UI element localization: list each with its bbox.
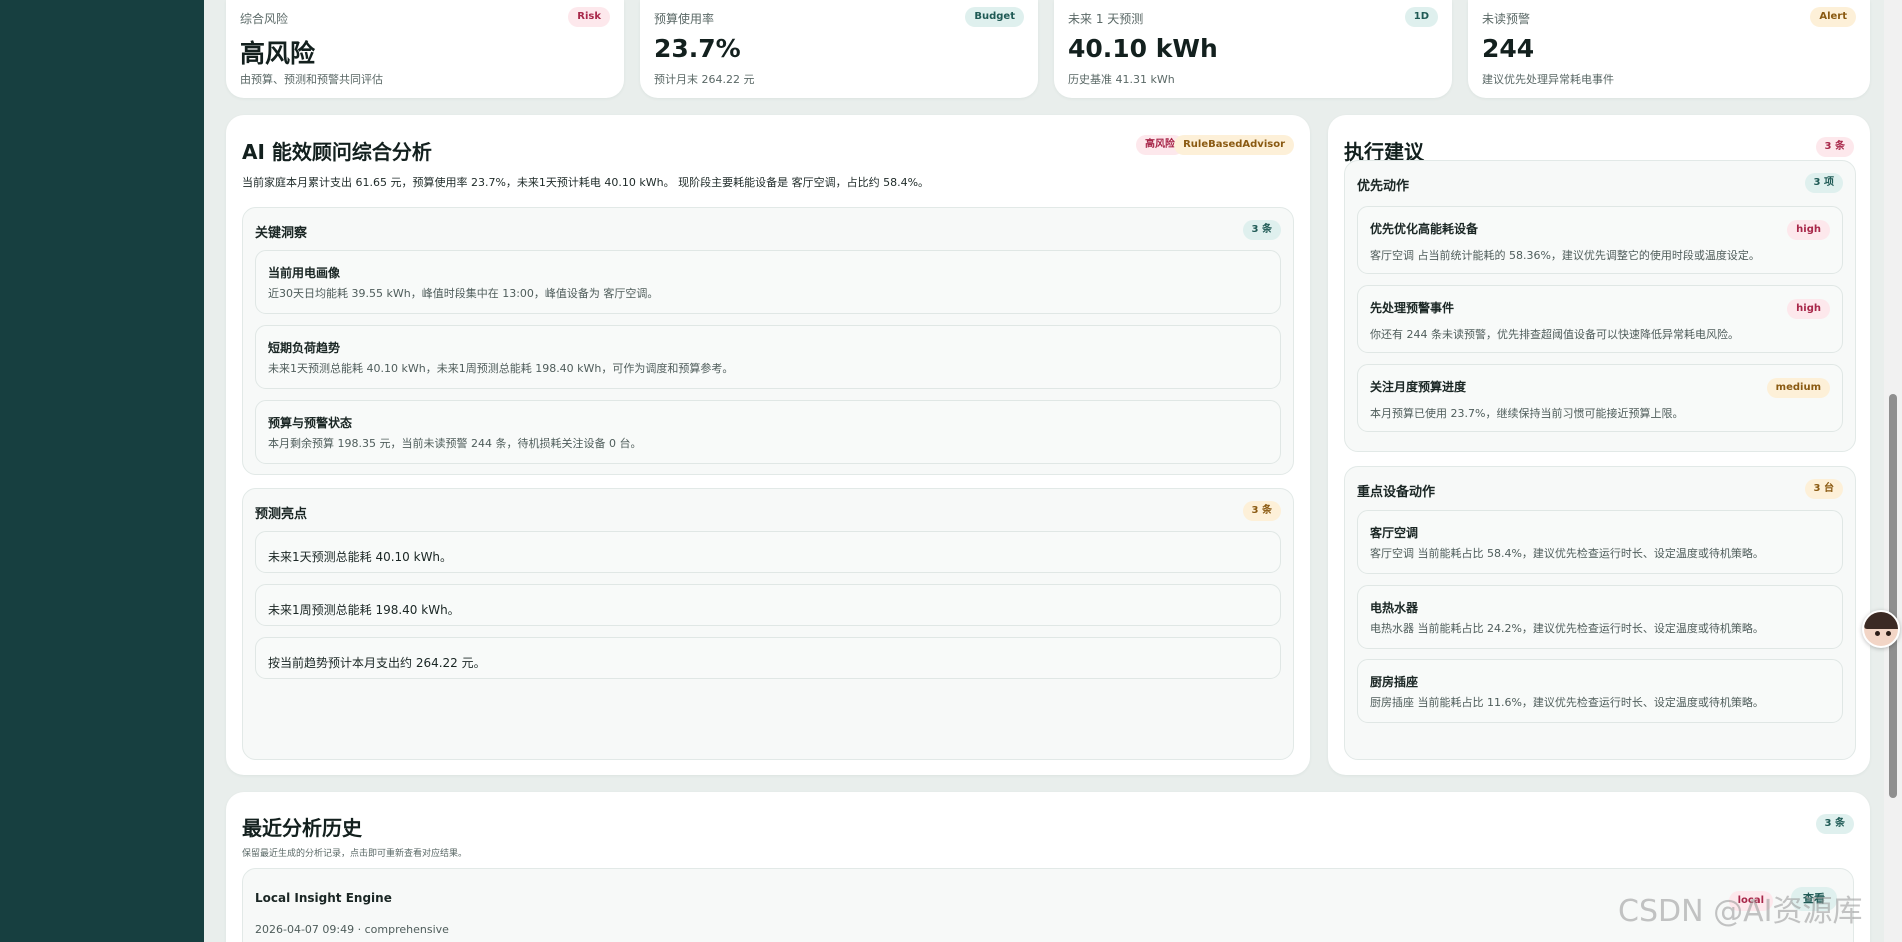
- item-title: 厨房插座: [1370, 675, 1419, 689]
- item-text: 按当前趋势预计本月支出约 264.22 元。: [268, 656, 486, 670]
- insights-count: 3 条: [1242, 220, 1281, 240]
- priority-group: 优先动作 3 项 优先优化高能耗设备 high 客厅空调 占当前统计能耗的 58…: [1344, 160, 1856, 452]
- stat-label: 未读预警: [1482, 12, 1531, 26]
- stat-label: 未来 1 天预测: [1068, 12, 1144, 26]
- actions-count: 3 条: [1815, 137, 1854, 157]
- item-title: 短期负荷趋势: [268, 341, 341, 355]
- priority-count: 3 项: [1804, 173, 1843, 193]
- item-desc: 客厅空调 占当前统计能耗的 58.36%，建议优先调整它的使用时段或温度设定。: [1370, 249, 1760, 262]
- item-title: 电热水器: [1370, 601, 1419, 615]
- history-subtitle: 保留最近生成的分析记录，点击即可重新查看对应结果。: [242, 849, 468, 859]
- history-engine: Local Insight Engine: [255, 891, 392, 905]
- item-desc: 本月预算已使用 23.7%，继续保持当前习惯可能接近预算上限。: [1370, 407, 1684, 420]
- scrollbar[interactable]: [1884, 0, 1902, 942]
- history-count: 3 条: [1815, 814, 1854, 834]
- priority-title: 优先动作: [1357, 179, 1410, 194]
- devices-group: 重点设备动作 3 台 客厅空调 客厅空调 当前能耗占比 58.4%，建议优先检查…: [1344, 466, 1856, 760]
- list-item: 按当前趋势预计本月支出约 264.22 元。: [255, 637, 1281, 679]
- analysis-title: AI 能效顾问综合分析: [242, 140, 432, 164]
- list-item: 未来1天预测总能耗 40.10 kWh。: [255, 531, 1281, 573]
- list-item: 未来1周预测总能耗 198.40 kWh。: [255, 584, 1281, 626]
- stat-card-budget: 预算使用率 Budget 23.7% 预计月末 264.22 元: [640, 0, 1038, 98]
- list-item: 厨房插座 厨房插座 当前能耗占比 11.6%，建议优先检查运行时长、设定温度或待…: [1357, 659, 1843, 723]
- item-title: 当前用电画像: [268, 266, 341, 280]
- item-title: 客厅空调: [1370, 526, 1419, 540]
- list-item: 电热水器 电热水器 当前能耗占比 24.2%，建议优先检查运行时长、设定温度或待…: [1357, 585, 1843, 649]
- stat-value: 高风险: [240, 39, 316, 68]
- stat-card-risk: 综合风险 Risk 高风险 由预算、预测和预警共同评估: [226, 0, 624, 98]
- item-desc: 客厅空调 当前能耗占比 58.4%，建议优先检查运行时长、设定温度或待机策略。: [1370, 547, 1764, 560]
- list-item: 客厅空调 客厅空调 当前能耗占比 58.4%，建议优先检查运行时长、设定温度或待…: [1357, 510, 1843, 574]
- item-text: 未来1天预测总能耗 40.10 kWh。: [268, 550, 453, 564]
- history-entry[interactable]: Local Insight Engine 2026-04-07 09:49 · …: [242, 868, 1854, 942]
- stat-label: 综合风险: [240, 12, 289, 26]
- forecast-badge: 1D: [1404, 7, 1438, 27]
- history-meta: 2026-04-07 09:49 · comprehensive: [255, 923, 449, 936]
- item-desc: 你还有 244 条未读预警，优先排查超阈值设备可以快速降低异常耗电风险。: [1370, 328, 1739, 341]
- risk-badge: Risk: [568, 7, 610, 27]
- stat-sub: 建议优先处理异常耗电事件: [1482, 73, 1614, 86]
- sidebar: [0, 0, 204, 942]
- insights-group: 关键洞察 3 条 当前用电画像 近30天日均能耗 39.55 kWh，峰值时段集…: [242, 207, 1294, 475]
- forecast-count: 3 条: [1242, 501, 1281, 521]
- list-item: 先处理预警事件 high 你还有 244 条未读预警，优先排查超阈值设备可以快速…: [1357, 285, 1843, 353]
- stat-card-alert: 未读预警 Alert 244 建议优先处理异常耗电事件: [1468, 0, 1870, 98]
- item-desc: 厨房插座 当前能耗占比 11.6%，建议优先检查运行时长、设定温度或待机策略。: [1370, 696, 1764, 709]
- stat-value: 23.7%: [654, 34, 741, 63]
- watermark: CSDN @AI资源库: [1618, 894, 1863, 929]
- devices-count: 3 台: [1804, 479, 1843, 499]
- stat-sub: 历史基准 41.31 kWh: [1068, 73, 1175, 86]
- budget-badge: Budget: [965, 7, 1024, 27]
- scrollbar-thumb[interactable]: [1889, 394, 1897, 798]
- insights-title: 关键洞察: [255, 226, 308, 241]
- stat-sub: 由预算、预测和预警共同评估: [240, 73, 383, 86]
- item-desc: 电热水器 当前能耗占比 24.2%，建议优先检查运行时长、设定温度或待机策略。: [1370, 622, 1764, 635]
- priority-level-badge: medium: [1766, 378, 1830, 398]
- forecast-group: 预测亮点 3 条 未来1天预测总能耗 40.10 kWh。 未来1周预测总能耗 …: [242, 488, 1294, 760]
- main-content: 综合风险 Risk 高风险 由预算、预测和预警共同评估 预算使用率 Budget…: [204, 0, 1884, 942]
- item-desc: 近30天日均能耗 39.55 kWh，峰值时段集中在 13:00，峰值设备为 客…: [268, 287, 659, 300]
- stat-label: 预算使用率: [654, 12, 715, 26]
- stat-card-forecast: 未来 1 天预测 1D 40.10 kWh 历史基准 41.31 kWh: [1054, 0, 1452, 98]
- list-item: 优先优化高能耗设备 high 客厅空调 占当前统计能耗的 58.36%，建议优先…: [1357, 206, 1843, 274]
- list-item: 关注月度预算进度 medium 本月预算已使用 23.7%，继续保持当前习惯可能…: [1357, 364, 1843, 432]
- forecast-title: 预测亮点: [255, 507, 308, 522]
- item-desc: 本月剩余预算 198.35 元，当前未读预警 244 条，待机损耗关注设备 0 …: [268, 437, 642, 450]
- priority-level-badge: high: [1787, 299, 1830, 319]
- item-desc: 未来1天预测总能耗 40.10 kWh，未来1周预测总能耗 198.40 kWh…: [268, 362, 734, 375]
- priority-level-badge: high: [1787, 220, 1830, 240]
- item-title: 预算与预警状态: [268, 416, 353, 430]
- item-title: 关注月度预算进度: [1370, 380, 1467, 394]
- engine-badge: RuleBasedAdvisor: [1174, 135, 1294, 155]
- assistant-avatar-icon[interactable]: [1862, 610, 1900, 648]
- stat-sub: 预计月末 264.22 元: [654, 73, 755, 86]
- stat-value: 244: [1482, 34, 1535, 63]
- actions-card: 执行建议 3 条 优先动作 3 项 优先优化高能耗设备 high 客厅空调 占当…: [1328, 115, 1870, 775]
- analysis-summary: 当前家庭本月累计支出 61.65 元，预算使用率 23.7%，未来1天预计耗电 …: [242, 176, 930, 189]
- list-item: 短期负荷趋势 未来1天预测总能耗 40.10 kWh，未来1周预测总能耗 198…: [255, 325, 1281, 389]
- item-title: 先处理预警事件: [1370, 301, 1455, 315]
- list-item: 预算与预警状态 本月剩余预算 198.35 元，当前未读预警 244 条，待机损…: [255, 400, 1281, 464]
- item-title: 优先优化高能耗设备: [1370, 222, 1479, 236]
- history-title: 最近分析历史: [242, 816, 362, 840]
- alert-badge: Alert: [1810, 7, 1856, 27]
- devices-title: 重点设备动作: [1357, 485, 1436, 500]
- list-item: 当前用电画像 近30天日均能耗 39.55 kWh，峰值时段集中在 13:00，…: [255, 250, 1281, 314]
- item-text: 未来1周预测总能耗 198.40 kWh。: [268, 603, 460, 617]
- stat-value: 40.10 kWh: [1068, 34, 1218, 63]
- analysis-card: AI 能效顾问综合分析 高风险 RuleBasedAdvisor 当前家庭本月累…: [226, 115, 1310, 775]
